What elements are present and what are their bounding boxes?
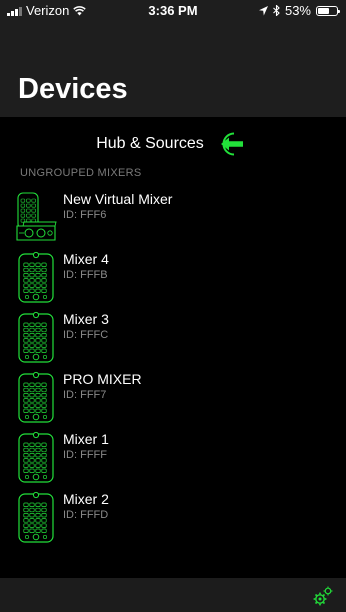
mixer-id: ID: FFFF (63, 449, 107, 461)
mixer-name: Mixer 4 (63, 251, 109, 267)
mixer-row[interactable]: Mixer 2 ID: FFFD (0, 488, 346, 544)
bluetooth-icon (273, 5, 280, 16)
mixer-row[interactable]: New Virtual Mixer ID: FFF6 (0, 188, 346, 244)
page-title: Devices (18, 73, 128, 105)
status-right: 53% (258, 3, 340, 18)
location-arrow-icon (258, 5, 268, 15)
mixer-id: ID: FFFB (63, 269, 108, 281)
hub-sources-label: Hub & Sources (96, 135, 204, 152)
hub-sources-button[interactable]: Hub & Sources (0, 128, 346, 160)
mixer-row[interactable]: Mixer 4 ID: FFFB (0, 248, 346, 304)
mixer-id: ID: FFF6 (63, 209, 107, 221)
mixer-row[interactable]: Mixer 1 ID: FFFF (0, 428, 346, 484)
mixer-row[interactable]: Mixer 3 ID: FFFC (0, 308, 346, 364)
mixer-name: Mixer 3 (63, 311, 109, 327)
mixer-icon (15, 370, 57, 424)
mixer-icon (15, 310, 57, 364)
virtual-mixer-icon (15, 190, 57, 244)
mixer-icon (15, 430, 57, 484)
mixer-id: ID: FFFC (63, 329, 109, 341)
arrow-left-circle-icon[interactable] (214, 131, 250, 157)
battery-percent: 53% (284, 3, 311, 18)
mixer-name: PRO MIXER (63, 371, 142, 387)
mixer-name: Mixer 2 (63, 491, 109, 507)
mixer-id: ID: FFFD (63, 509, 109, 521)
battery-fill (318, 7, 329, 14)
settings-gears-icon[interactable] (312, 585, 334, 607)
mixer-name: New Virtual Mixer (63, 191, 173, 207)
mixer-id: ID: FFF7 (63, 389, 107, 401)
mixer-icon (15, 250, 57, 304)
status-bar: Verizon 3:36 PM 53% (0, 0, 346, 20)
mixer-row[interactable]: PRO MIXER ID: FFF7 (0, 368, 346, 424)
header-bar: Verizon 3:36 PM 53% Devices (0, 0, 346, 117)
mixer-icon (15, 490, 57, 544)
mixer-name: Mixer 1 (63, 431, 109, 447)
battery-icon (316, 5, 340, 16)
footer-toolbar (0, 578, 346, 612)
ungrouped-mixers-heading: UNGROUPED MIXERS (20, 167, 142, 179)
